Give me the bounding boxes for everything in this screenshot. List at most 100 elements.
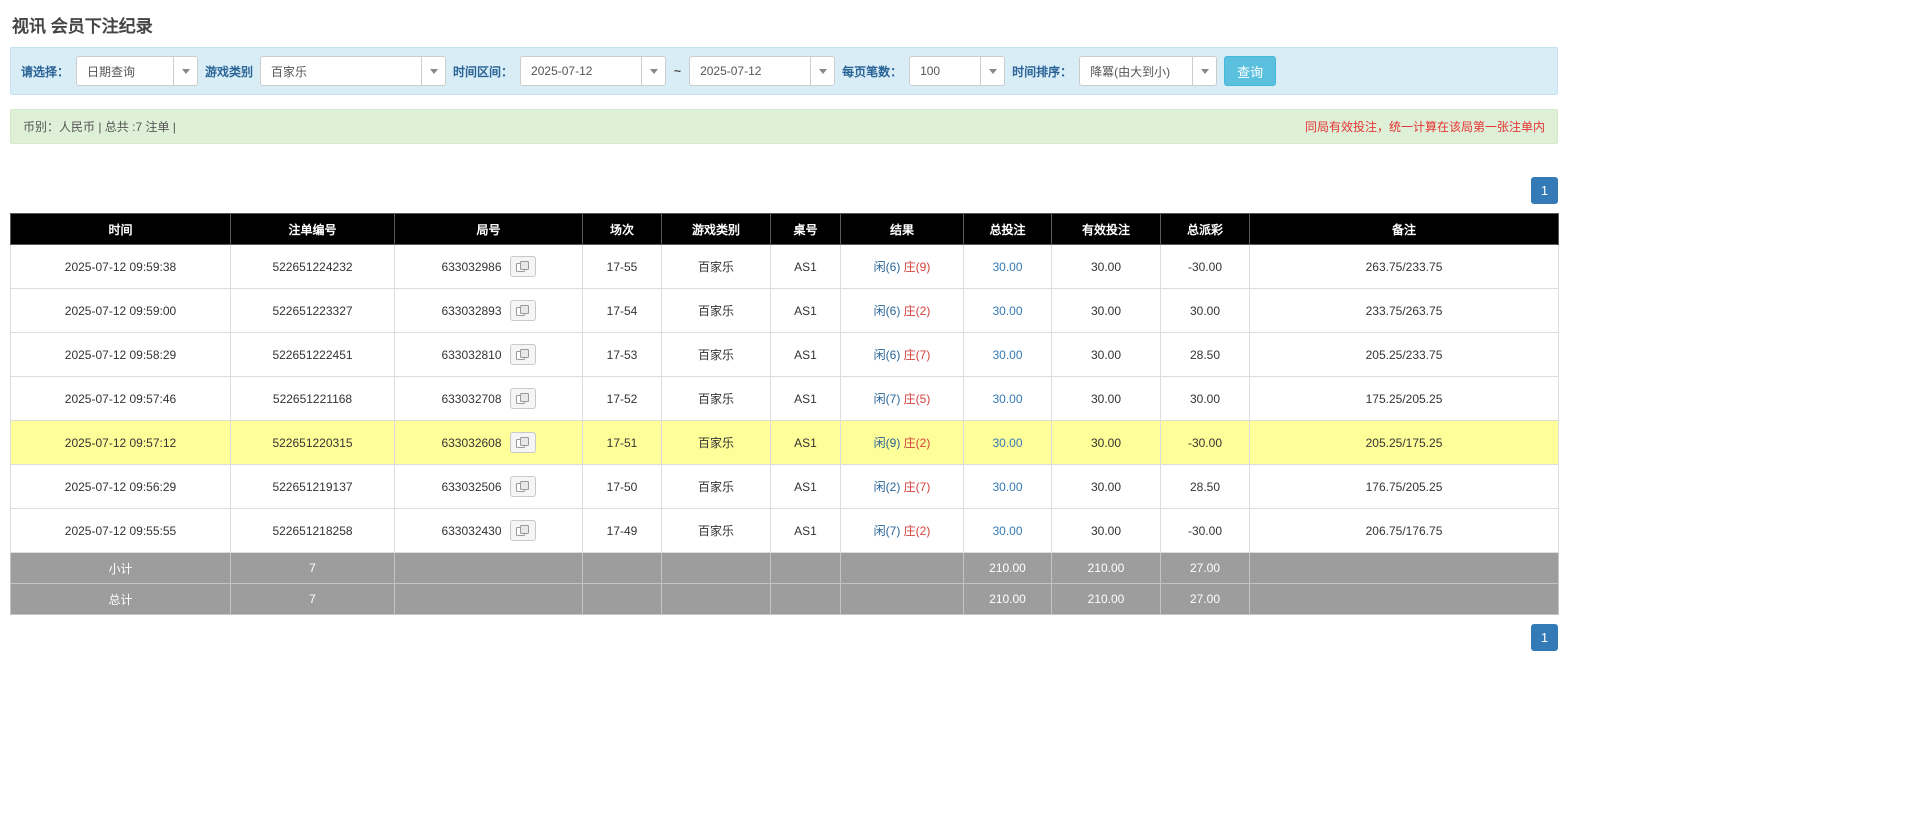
result-player: 闲(7) (873, 392, 901, 406)
total-bet-link[interactable]: 30.00 (992, 436, 1022, 450)
cell-game: 百家乐 (661, 288, 771, 333)
chevron-down-icon[interactable] (980, 57, 1005, 85)
cell-session: 17-54 (582, 288, 662, 333)
result-player: 闲(6) (873, 260, 901, 274)
page-size-select[interactable]: 100 (909, 56, 1006, 86)
game-type-label: 游戏类别 (205, 64, 254, 79)
cell-payout: -30.00 (1160, 244, 1250, 289)
cell-total-bet: 30.00 (963, 376, 1052, 421)
total-bet-link[interactable]: 30.00 (992, 392, 1022, 406)
chevron-down-icon[interactable] (810, 57, 835, 85)
cell-valid-bet: 30.00 (1051, 508, 1161, 553)
cell-time: 2025-07-12 09:55:55 (10, 508, 231, 553)
cell-bet-id: 522651220315 (230, 420, 395, 465)
header-total-bet: 总投注 (963, 213, 1052, 245)
view-cards-icon[interactable] (509, 344, 536, 365)
cell-valid-bet: 30.00 (1051, 332, 1161, 377)
table-row: 2025-07-12 09:59:38 522651224232 6330329… (10, 244, 1559, 289)
sort-label: 时间排序： (1012, 64, 1073, 79)
date-from-select[interactable]: 2025-07-12 (520, 56, 667, 86)
cell-valid-bet: 30.00 (1051, 376, 1161, 421)
table-row: 2025-07-12 09:57:46 522651221168 6330327… (10, 376, 1559, 421)
view-cards-icon[interactable] (509, 388, 536, 409)
cell-session: 17-53 (582, 332, 662, 377)
date-to-select[interactable]: 2025-07-12 (689, 56, 836, 86)
cell-total-bet: 30.00 (963, 288, 1052, 333)
search-button[interactable]: 查询 (1224, 56, 1277, 86)
result-banker: 庄(7) (903, 348, 931, 362)
result-banker: 庄(2) (903, 436, 931, 450)
view-cards-icon[interactable] (509, 432, 536, 453)
round-number: 633032986 (441, 259, 502, 274)
cell-result: 闲(7) 庄(5) (840, 376, 964, 421)
cell-game: 百家乐 (661, 464, 771, 509)
result-banker: 庄(2) (903, 524, 931, 538)
total-bet-link[interactable]: 30.00 (992, 524, 1022, 538)
cell-table-no: AS1 (770, 332, 841, 377)
grand-total-payout: 27.00 (1160, 583, 1250, 615)
header-bet-id: 注单编号 (230, 213, 395, 245)
cell-valid-bet: 30.00 (1051, 420, 1161, 465)
chevron-down-icon[interactable] (1192, 57, 1217, 85)
round-number: 633032608 (441, 435, 502, 450)
cell-result: 闲(7) 庄(2) (840, 508, 964, 553)
cell-bet-id: 522651221168 (230, 376, 395, 421)
cell-round: 633032506 (394, 464, 583, 509)
result-player: 闲(9) (873, 436, 901, 450)
cell-payout: -30.00 (1160, 508, 1250, 553)
subtotal-label: 小计 (10, 552, 231, 584)
cell-game: 百家乐 (661, 376, 771, 421)
view-cards-icon[interactable] (509, 256, 536, 277)
cell-payout: 28.50 (1160, 464, 1250, 509)
view-cards-icon[interactable] (509, 300, 536, 321)
view-cards-icon[interactable] (509, 520, 536, 541)
view-cards-icon[interactable] (509, 476, 536, 497)
cell-remark: 233.75/263.75 (1249, 288, 1559, 333)
chevron-down-icon[interactable] (173, 57, 198, 85)
total-bet-link[interactable]: 30.00 (992, 348, 1022, 362)
cell-bet-id: 522651223327 (230, 288, 395, 333)
total-bet-link[interactable]: 30.00 (992, 260, 1022, 274)
subtotal-valid-bet: 210.00 (1051, 552, 1161, 584)
cell-remark: 205.25/175.25 (1249, 420, 1559, 465)
subtotal-row: 小计 7 210.00 210.00 27.00 (10, 552, 1559, 584)
table-row: 2025-07-12 09:56:29 522651219137 6330325… (10, 464, 1559, 509)
game-type-select[interactable]: 百家乐 (260, 56, 447, 86)
cell-game: 百家乐 (661, 508, 771, 553)
result-banker: 庄(7) (903, 480, 931, 494)
sort-select[interactable]: 降冪(由大到小) (1079, 56, 1218, 86)
query-type-select[interactable]: 日期查询 (76, 56, 199, 86)
grand-total-label: 总计 (10, 583, 231, 615)
grand-total-count: 7 (230, 583, 395, 615)
cell-round: 633032810 (394, 332, 583, 377)
cell-session: 17-55 (582, 244, 662, 289)
result-player: 闲(6) (873, 348, 901, 362)
pagination-page-1[interactable]: 1 (1531, 177, 1558, 204)
cell-table-no: AS1 (770, 508, 841, 553)
subtotal-count: 7 (230, 552, 395, 584)
grand-total-total-bet: 210.00 (963, 583, 1052, 615)
total-bet-link[interactable]: 30.00 (992, 480, 1022, 494)
filter-bar: 请选择： 日期查询 游戏类别 百家乐 时间区间： 2025-07-12 ~ 20… (10, 47, 1558, 95)
cell-time: 2025-07-12 09:57:12 (10, 420, 231, 465)
total-bet-link[interactable]: 30.00 (992, 304, 1022, 318)
round-number: 633032708 (441, 391, 502, 406)
date-to-value: 2025-07-12 (700, 64, 762, 78)
summary-note: 同局有效投注，统一计算在该局第一张注单内 (1304, 120, 1545, 134)
cell-table-no: AS1 (770, 288, 841, 333)
cell-bet-id: 522651222451 (230, 332, 395, 377)
cell-total-bet: 30.00 (963, 464, 1052, 509)
header-time: 时间 (10, 213, 231, 245)
cell-result: 闲(9) 庄(2) (840, 420, 964, 465)
round-number: 633032430 (441, 523, 502, 538)
cell-session: 17-49 (582, 508, 662, 553)
pagination-page-1[interactable]: 1 (1531, 624, 1558, 651)
page-size-label: 每页笔数： (842, 64, 903, 79)
cell-round: 633032986 (394, 244, 583, 289)
header-remark: 备注 (1249, 213, 1559, 245)
cell-game: 百家乐 (661, 420, 771, 465)
chevron-down-icon[interactable] (421, 57, 446, 85)
chevron-down-icon[interactable] (641, 57, 666, 85)
cell-payout: -30.00 (1160, 420, 1250, 465)
page-title: 视讯 会员下注纪录 (12, 17, 153, 36)
